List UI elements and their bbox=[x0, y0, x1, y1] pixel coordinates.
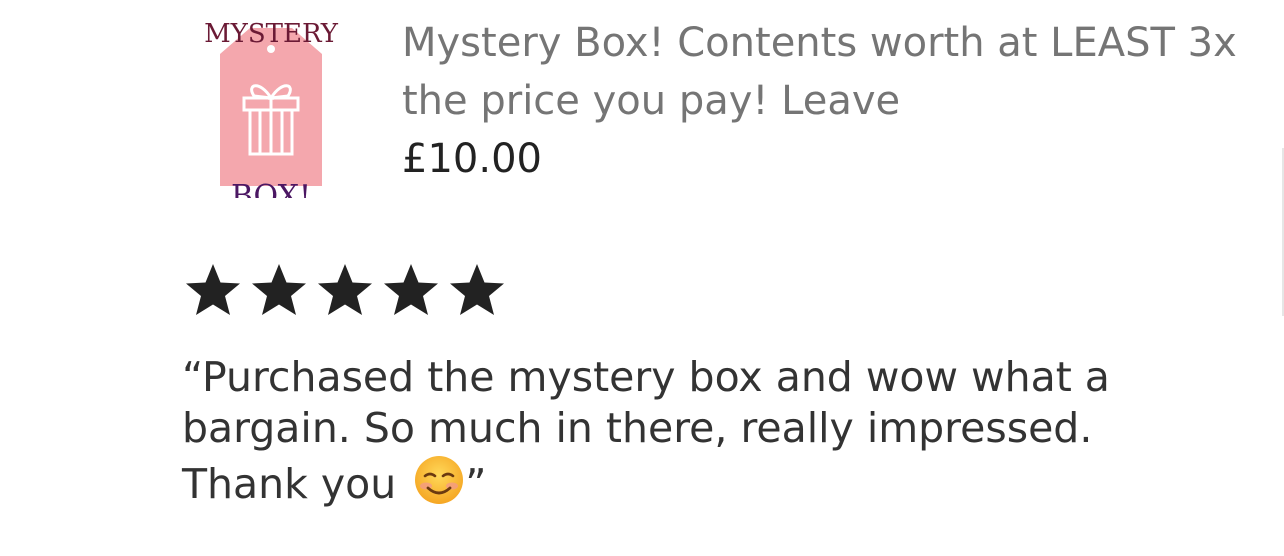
product-listing[interactable]: MYSTERY BOX! Mystery Box! Contents worth… bbox=[190, 14, 1284, 198]
closing-quote: ” bbox=[465, 460, 487, 508]
product-price: £10.00 bbox=[402, 136, 542, 182]
star-icon bbox=[252, 264, 306, 315]
gift-tag-image: MYSTERY BOX! bbox=[204, 19, 339, 198]
product-info: Mystery Box! Contents worth at LEAST 3x … bbox=[402, 14, 1262, 188]
review-text: “Purchased the mystery box and wow what … bbox=[182, 352, 1182, 510]
review-body: “Purchased the mystery box and wow what … bbox=[182, 353, 1110, 508]
star-icon bbox=[186, 264, 240, 315]
star-rating bbox=[182, 262, 508, 318]
tag-text-top: MYSTERY bbox=[204, 19, 339, 49]
star-icon bbox=[318, 264, 372, 315]
smiling-face-icon bbox=[415, 456, 464, 504]
tag-text-bottom: BOX! bbox=[231, 179, 311, 198]
product-title[interactable]: Mystery Box! Contents worth at LEAST 3x … bbox=[402, 14, 1262, 130]
star-icon bbox=[450, 264, 504, 315]
product-thumbnail[interactable]: MYSTERY BOX! bbox=[200, 14, 340, 198]
star-icon bbox=[384, 264, 438, 315]
